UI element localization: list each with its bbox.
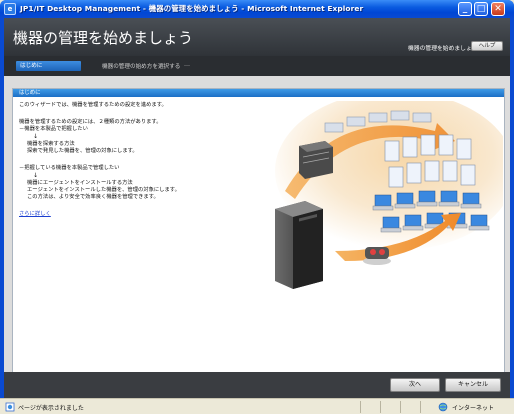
status-divider [380, 401, 381, 413]
option2-desc2: この方法は、より安全で効率良く機器を管理できます。 [27, 194, 159, 200]
ie-icon: e [4, 3, 16, 15]
option1-desc: 探索で発見した機器を、管理の対象にします。 [27, 148, 138, 154]
page-icon [5, 402, 15, 412]
page-content: 機器の管理を始めましょう 機器の管理を始めましょう ヘルプ はじめに 機器の管理… [4, 18, 510, 398]
option1-title: －機器を本製品で把握したい [19, 126, 88, 132]
status-text: ページが表示されました [18, 405, 84, 412]
globe-icon [438, 402, 448, 412]
minimize-button[interactable]: _ [458, 2, 472, 16]
option2-method: 機器にエージェントをインストールする方法 [27, 180, 133, 186]
down-arrow-icon: ↓ [33, 172, 39, 179]
network-illustration [275, 101, 503, 289]
help-button[interactable]: ヘルプ [471, 41, 503, 51]
rack-server-icon [299, 141, 333, 179]
maximize-button[interactable]: □ [474, 2, 488, 16]
security-zone: インターネット [452, 405, 495, 412]
more-details-link[interactable]: さらに詳しく [19, 211, 51, 218]
close-button[interactable]: ✕ [491, 2, 505, 16]
step-select-method: 機器の管理の始め方を選択する [102, 64, 181, 70]
content-panel: はじめに このウィザードでは、機器を管理するための設定を進めます。 機器を管理す… [12, 88, 505, 380]
wizard-footer: 次へ キャンセル [4, 372, 510, 398]
method-intro: 機器を管理するための設定には、２種類の方法があります。 [19, 119, 162, 125]
panel-header: はじめに [13, 89, 504, 97]
browser-window: e JP1/IT Desktop Management - 機器の管理を始めまし… [0, 0, 514, 414]
title-bar[interactable]: e JP1/IT Desktop Management - 機器の管理を始めまし… [0, 0, 514, 18]
page-title: 機器の管理を始めましょう [13, 29, 194, 47]
page-header: 機器の管理を始めましょう 機器の管理を始めましょう ヘルプ [4, 18, 510, 56]
status-bar: ページが表示されました インターネット [0, 398, 514, 414]
step-intro: はじめに [16, 61, 81, 71]
cancel-button[interactable]: キャンセル [445, 378, 501, 392]
intro-text: このウィザードでは、機器を管理するための設定を進めます。 [19, 102, 167, 108]
down-arrow-icon: ↓ [33, 133, 39, 140]
header-subtitle: 機器の管理を始めましょう [408, 46, 478, 52]
server-tower-icon [275, 201, 323, 289]
panel-heading: はじめに [19, 89, 41, 96]
status-divider [360, 401, 361, 413]
wizard-steps: はじめに 機器の管理の始め方を選択する … [4, 56, 510, 76]
option2-desc1: エージェントをインストールした機器を、管理の対象にします。 [27, 187, 180, 193]
agent-device-icon [363, 247, 391, 265]
next-button[interactable]: 次へ [390, 378, 440, 392]
option1-method: 機器を探索する方法 [27, 141, 75, 147]
status-divider [400, 401, 401, 413]
status-divider [420, 401, 421, 413]
step-more: … [184, 61, 190, 68]
window-title: JP1/IT Desktop Management - 機器の管理を始めましょう… [20, 4, 364, 13]
option2-title: －把握している機器を本製品で管理したい [19, 165, 120, 171]
